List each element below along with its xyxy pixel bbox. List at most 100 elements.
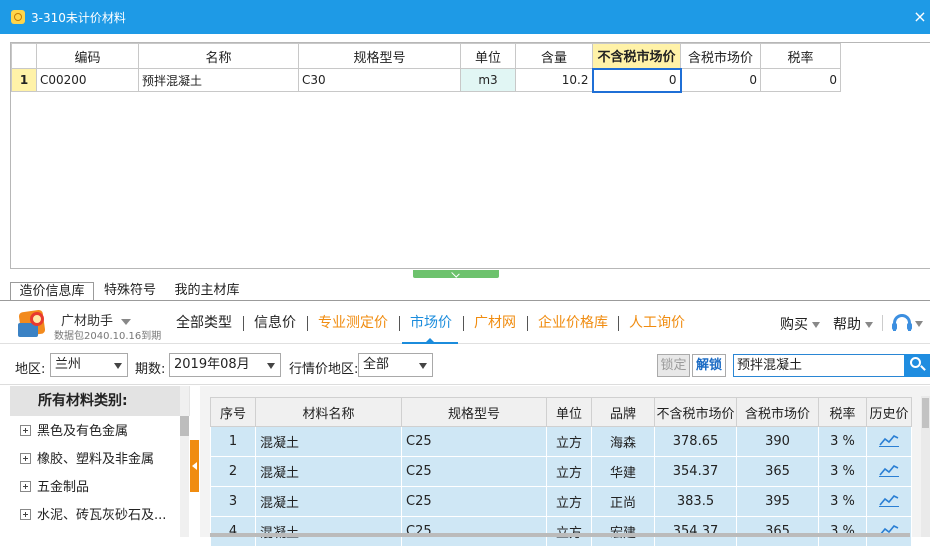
table-row[interactable]: 1 混凝土 C25 立方 海森 378.65 390 3 % [210,426,912,457]
nav-enterprise-price-library[interactable]: 企业价格库 [538,314,608,332]
assistant-logo-icon [16,309,50,339]
nav-info-price[interactable]: 信息价 [254,314,296,332]
column-header-code[interactable]: 编码 [36,43,139,69]
expand-icon[interactable] [20,481,31,492]
buy-label: 购买 [780,317,808,333]
cell-tax-rate: 3 % [818,486,867,517]
category-item[interactable]: 橡胶、塑料及非金属 [20,449,154,471]
table-row[interactable]: 2 混凝土 C25 立方 华建 354.37 365 3 % [210,456,912,487]
nav-separator [307,316,308,331]
cell-unit: 立方 [546,486,592,517]
column-header-brand[interactable]: 品牌 [591,397,655,427]
app-icon [11,10,25,24]
table-row[interactable]: 4 混凝土 C25 立方 宏建 354.37 365 3 % [210,516,912,547]
column-header-history-price[interactable]: 历史价 [866,397,912,427]
headset-icon[interactable] [892,314,912,331]
category-item[interactable]: 黑色及有色金属 [20,421,128,443]
table-row[interactable]: 3 混凝土 C25 立方 正尚 383.5 395 3 % [210,486,912,517]
results-vertical-scrollbar[interactable] [921,396,930,537]
help-menu[interactable]: 帮助 [833,314,873,334]
tab-special-symbols[interactable]: 特殊符号 [100,282,160,301]
unlock-button[interactable]: 解锁 [692,354,726,377]
column-header-price-in-tax[interactable]: 含税市场价 [680,43,761,69]
cell-unit[interactable]: m3 [460,68,516,92]
material-results-table: 序号 材料名称 规格型号 单位 品牌 不含税市场价 含税市场价 税率 历史价 1… [210,397,912,547]
trend-chart-icon[interactable] [879,463,899,477]
cell-quantity[interactable]: 10.2 [515,68,593,92]
chevron-down-icon [865,322,873,328]
cell-tax-rate: 3 % [818,456,867,487]
nav-guangcai-web[interactable]: 广材网 [474,314,516,332]
column-header-material-name[interactable]: 材料名称 [255,397,402,427]
tab-my-main-materials[interactable]: 我的主材库 [172,282,242,301]
buy-menu[interactable]: 购买 [780,314,820,334]
chevron-down-icon[interactable] [915,321,923,327]
cell-material-name: 混凝土 [255,426,402,457]
results-horizontal-scrollbar[interactable] [210,533,910,537]
filter-bar: 地区: 兰州 期数: 2019年08月 行情价地区: 全部 锁定 解锁 预拌混凝… [0,345,930,385]
close-icon[interactable]: × [912,7,928,26]
trend-chart-icon[interactable] [879,433,899,447]
market-region-value: 全部 [363,357,390,372]
nav-market-price[interactable]: 市场价 [410,314,452,332]
panel-collapse-handle[interactable] [413,270,499,278]
nav-all-types[interactable]: 全部类型 [176,314,232,332]
cell-tax-rate: 3 % [818,426,867,457]
chevron-down-icon [121,318,132,325]
table-header-row: 序号 材料名称 规格型号 单位 品牌 不含税市场价 含税市场价 税率 历史价 [210,397,912,427]
unpriced-material-grid: 编码 名称 规格型号 单位 含量 不含税市场价 含税市场价 税率 1 C0020… [10,42,930,269]
cell-tax-rate[interactable]: 0 [760,68,841,92]
column-header-no[interactable]: 序号 [210,397,256,427]
search-input[interactable]: 预拌混凝土 [733,354,905,377]
cell-spec: C25 [401,486,547,517]
column-header-price-ex-tax[interactable]: 不含税市场价 [654,397,737,427]
category-item[interactable]: 五金制品 [20,477,89,499]
cell-price-ex-tax: 383.5 [654,486,737,517]
column-header-quantity[interactable]: 含量 [515,43,593,69]
cell-name[interactable]: 预拌混凝土 [138,68,299,92]
cell-history-price [866,516,912,547]
region-value: 兰州 [55,357,82,372]
cell-code[interactable]: C00200 [36,68,139,92]
column-header-tax-rate[interactable]: 税率 [818,397,867,427]
expand-icon[interactable] [20,425,31,436]
region-select[interactable]: 兰州 [50,353,128,377]
table-row[interactable]: 1 C00200 预拌混凝土 C30 m3 10.2 0 0 0 [11,67,841,93]
column-header-spec[interactable]: 规格型号 [298,43,461,69]
period-label: 期数: [135,362,166,377]
cell-price-in-tax: 395 [736,486,819,517]
column-header-price-ex-tax[interactable]: 不含税市场价 [592,43,681,69]
lock-button[interactable]: 锁定 [657,354,690,377]
row-number[interactable]: 1 [11,68,37,92]
chevron-down-icon [812,322,820,328]
trend-chart-icon[interactable] [879,493,899,507]
cell-price-in-tax[interactable]: 0 [680,68,761,92]
period-select[interactable]: 2019年08月 [169,353,281,377]
market-region-select[interactable]: 全部 [358,353,433,377]
column-header-unit[interactable]: 单位 [546,397,592,427]
category-item[interactable]: 水泥、砖瓦灰砂石及... [20,505,166,527]
cell-price-ex-tax-input[interactable]: 0 [591,67,682,93]
column-header-price-in-tax[interactable]: 含税市场价 [736,397,819,427]
cell-price-in-tax: 365 [736,456,819,487]
tab-divider [0,300,930,301]
category-label: 橡胶、塑料及非金属 [37,452,155,467]
column-header-spec[interactable]: 规格型号 [401,397,547,427]
expand-icon[interactable] [20,453,31,464]
search-button[interactable] [904,354,930,377]
column-header-unit[interactable]: 单位 [460,43,516,69]
column-header-name[interactable]: 名称 [138,43,299,69]
cell-spec[interactable]: C30 [298,68,461,92]
cell-spec: C25 [401,456,547,487]
collapse-category-button[interactable] [190,440,199,492]
expand-icon[interactable] [20,509,31,520]
nav-professional-price[interactable]: 专业测定价 [318,314,388,332]
toolbar-separator [882,315,883,331]
nav-labor-inquiry[interactable]: 人工询价 [629,314,685,332]
column-header-tax-rate[interactable]: 税率 [760,43,841,69]
material-results-panel: 序号 材料名称 规格型号 单位 品牌 不含税市场价 含税市场价 税率 历史价 1… [200,386,930,547]
tab-price-info-library[interactable]: 造价信息库 [10,282,94,301]
category-scrollbar[interactable] [180,386,189,537]
title-bar: 3-310未计价材料 × [0,0,930,34]
help-label: 帮助 [833,317,861,333]
